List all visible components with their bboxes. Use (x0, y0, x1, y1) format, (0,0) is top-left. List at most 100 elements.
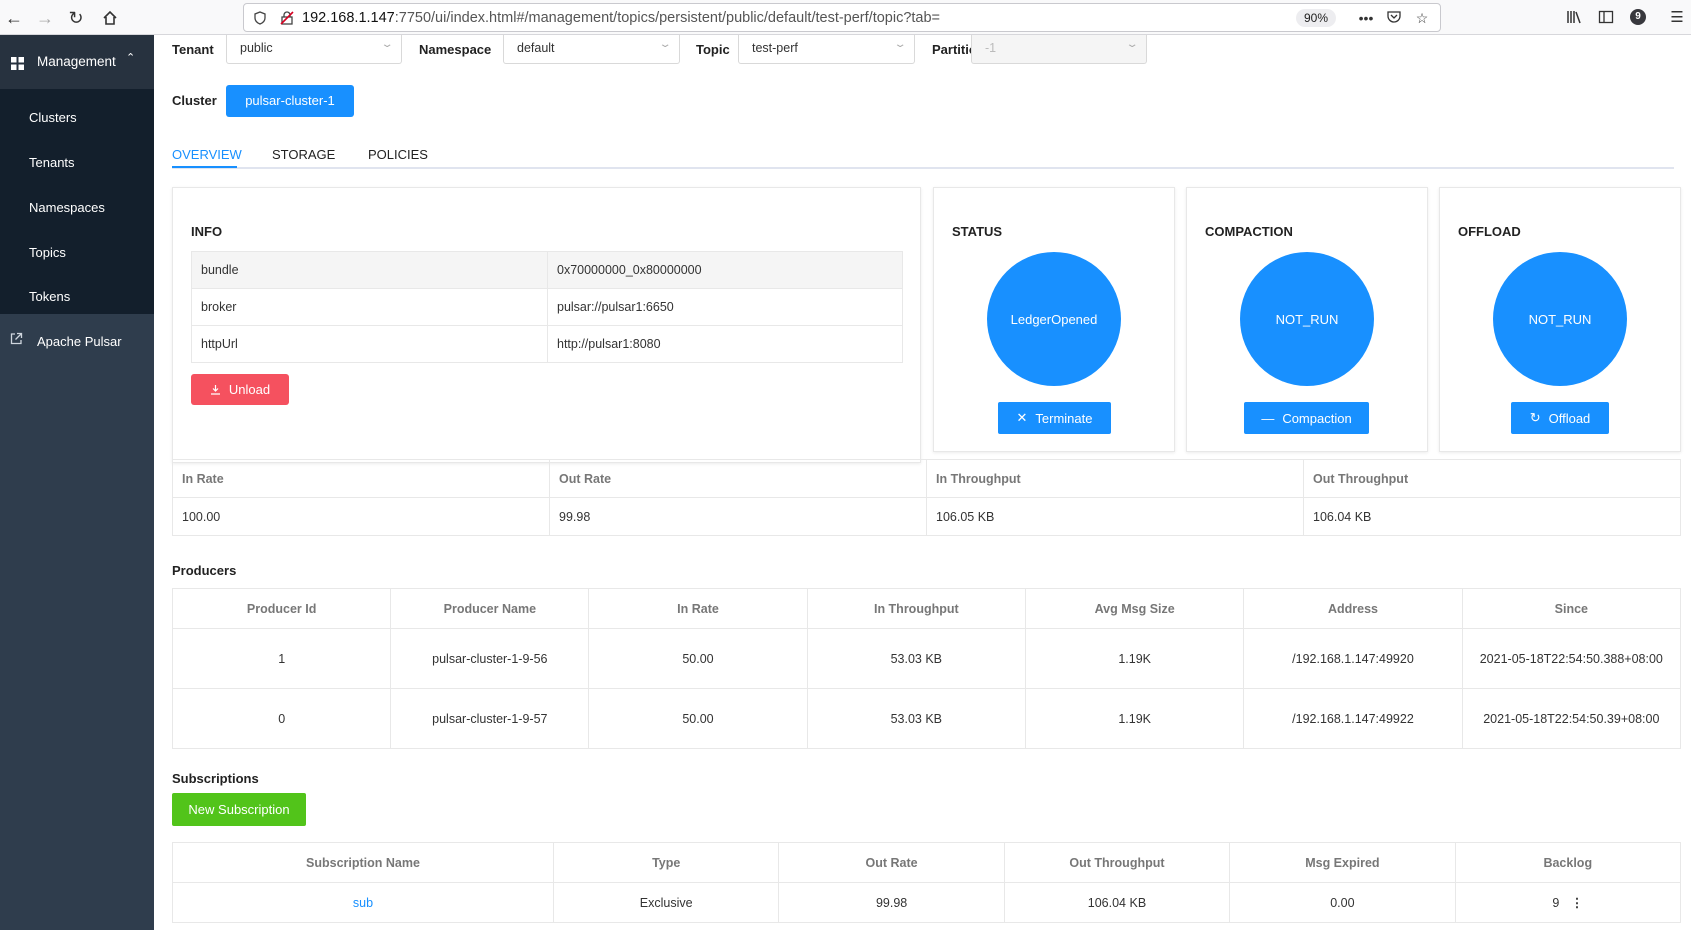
topic-label: Topic (696, 42, 730, 57)
table-cell: Exclusive (552, 882, 780, 923)
back-icon[interactable]: ← (2, 6, 26, 30)
offload-circle: NOT_RUN (1493, 252, 1627, 386)
offload-title: OFFLOAD (1458, 224, 1521, 239)
subscription-name-cell: sub (172, 882, 554, 923)
info-title: INFO (191, 224, 223, 239)
topic-value: test-perf (752, 41, 798, 55)
address-bar[interactable]: 192.168.1.147:7750/ui/index.html#/manage… (243, 3, 1441, 32)
producers-table: Producer Id Producer Name In Rate In Thr… (171, 588, 1682, 749)
namespace-select[interactable]: default ⌄ (503, 35, 680, 64)
browser-toolbar: ← → ↻ 192.168.1.147:7750/ui/index.html#/… (0, 0, 1691, 35)
table-cell: 1.19K (1024, 628, 1245, 689)
subscription-link[interactable]: sub (353, 896, 373, 910)
column-header: In Throughput (806, 588, 1026, 629)
bookmark-star-icon[interactable]: ☆ (1414, 10, 1430, 26)
tenant-select[interactable]: public ⌄ (226, 35, 402, 64)
library-icon[interactable] (1565, 9, 1583, 27)
sidebar-item-tokens[interactable]: Tokens (29, 289, 70, 304)
menu-icon[interactable]: ☰ (1668, 9, 1686, 27)
column-header: In Rate (588, 588, 808, 629)
topic-select[interactable]: test-perf ⌄ (738, 35, 915, 64)
info-value: 0x70000000_0x80000000 (547, 251, 903, 289)
sidebar-item-clusters[interactable]: Clusters (29, 110, 77, 125)
sidebar-management-header[interactable]: Management ⌃ (0, 35, 154, 89)
column-header: Out Throughput (1003, 842, 1231, 883)
stat-header: In Rate (172, 459, 550, 498)
table-row: 0 pulsar-cluster-1-9-57 50.00 53.03 KB 1… (171, 688, 1682, 749)
offload-button[interactable]: ↻ Offload (1511, 402, 1609, 434)
table-cell: 50.00 (588, 628, 808, 689)
sidebar-item-apache-pulsar[interactable]: Apache Pulsar (10, 332, 122, 349)
cluster-label: Cluster (172, 93, 217, 108)
table-cell: 53.03 KB (806, 628, 1026, 689)
stat-header: Out Throughput (1303, 459, 1681, 498)
tab-policies[interactable]: POLICIES (368, 147, 428, 162)
namespace-value: default (517, 41, 555, 55)
url-text[interactable]: 192.168.1.147:7750/ui/index.html#/manage… (302, 10, 940, 26)
tab-bar: OVERVIEW STORAGE POLICIES (172, 135, 1674, 169)
compaction-button[interactable]: — Compaction (1244, 402, 1369, 434)
compaction-title: COMPACTION (1205, 224, 1293, 239)
tab-overview[interactable]: OVERVIEW (172, 147, 242, 162)
more-icon[interactable]: ••• (1358, 10, 1374, 26)
info-value: http://pulsar1:8080 (547, 325, 903, 363)
compaction-card: COMPACTION NOT_RUN — Compaction (1186, 187, 1428, 452)
offload-card: OFFLOAD NOT_RUN ↻ Offload (1439, 187, 1681, 452)
table-cell: 2021-05-18T22:54:50.39+08:00 (1461, 688, 1682, 749)
sidebar-toggle-icon[interactable] (1597, 9, 1615, 27)
pocket-icon[interactable] (1386, 10, 1402, 26)
shield-icon[interactable] (253, 11, 267, 25)
main-content: Tenant public ⌄ Namespace default ⌄ Topi… (154, 35, 1691, 930)
column-header: Backlog (1454, 842, 1682, 883)
table-row: bundle 0x70000000_0x80000000 (191, 251, 903, 289)
sidebar: Management ⌃ Clusters Tenants Namespaces… (0, 35, 154, 930)
new-subscription-button[interactable]: New Subscription (172, 793, 306, 826)
table-cell: 0 (171, 688, 392, 749)
chevron-up-icon: ⌃ (126, 52, 136, 64)
chevron-down-icon: ⌄ (1125, 39, 1139, 50)
status-circle: LedgerOpened (987, 252, 1121, 386)
table-cell: 2021-05-18T22:54:50.388+08:00 (1461, 628, 1682, 689)
table-row: 1 pulsar-cluster-1-9-56 50.00 53.03 KB 1… (171, 628, 1682, 689)
table-cell: /192.168.1.147:49922 (1243, 688, 1463, 749)
stat-value: 106.04 KB (1303, 497, 1681, 536)
more-vertical-icon[interactable]: ⋮ (1571, 893, 1584, 913)
info-key: broker (191, 288, 548, 326)
table-header-row: In Rate Out Rate In Throughput Out Throu… (172, 459, 1681, 498)
cluster-button[interactable]: pulsar-cluster-1 (226, 85, 354, 117)
column-header: Msg Expired (1229, 842, 1456, 883)
sidebar-item-tenants[interactable]: Tenants (29, 155, 75, 170)
forward-icon[interactable]: → (33, 6, 57, 30)
terminate-button[interactable]: ✕ Terminate (998, 402, 1111, 434)
sync-icon: ↻ (1529, 410, 1541, 425)
namespace-label: Namespace (419, 42, 492, 57)
backlog-cell: 9 ⋮ (1454, 882, 1682, 923)
unload-label: Unload (228, 382, 271, 397)
info-table: bundle 0x70000000_0x80000000 broker puls… (191, 251, 903, 363)
sidebar-item-topics[interactable]: Topics (29, 245, 66, 260)
unload-button[interactable]: Unload (191, 374, 289, 405)
tab-count-badge[interactable]: 9 (1630, 9, 1646, 25)
insecure-lock-icon[interactable] (280, 11, 294, 25)
column-header: Avg Msg Size (1024, 588, 1245, 629)
home-icon[interactable] (98, 6, 122, 30)
table-header-row: Subscription Name Type Out Rate Out Thro… (172, 842, 1682, 883)
chevron-down-icon: ⌄ (658, 39, 672, 50)
partition-select[interactable]: -1 ⌄ (971, 35, 1147, 64)
tab-storage[interactable]: STORAGE (272, 147, 335, 162)
tenant-value: public (240, 41, 273, 55)
reload-icon[interactable]: ↻ (64, 6, 88, 30)
minus-icon: — (1261, 410, 1275, 426)
sidebar-item-namespaces[interactable]: Namespaces (29, 200, 105, 215)
stat-value: 100.00 (172, 497, 550, 536)
terminate-label: Terminate (1035, 410, 1093, 426)
info-key: bundle (191, 251, 548, 289)
zoom-indicator[interactable]: 90% (1296, 9, 1336, 27)
table-cell: pulsar-cluster-1-9-57 (390, 688, 590, 749)
offload-label: Offload (1548, 410, 1591, 426)
column-header: Address (1243, 588, 1463, 629)
stat-header: In Throughput (926, 459, 1304, 498)
sidebar-submenu: Clusters Tenants Namespaces Topics Token… (0, 89, 154, 314)
sidebar-management-label: Management (37, 54, 116, 69)
producers-title: Producers (172, 563, 237, 578)
